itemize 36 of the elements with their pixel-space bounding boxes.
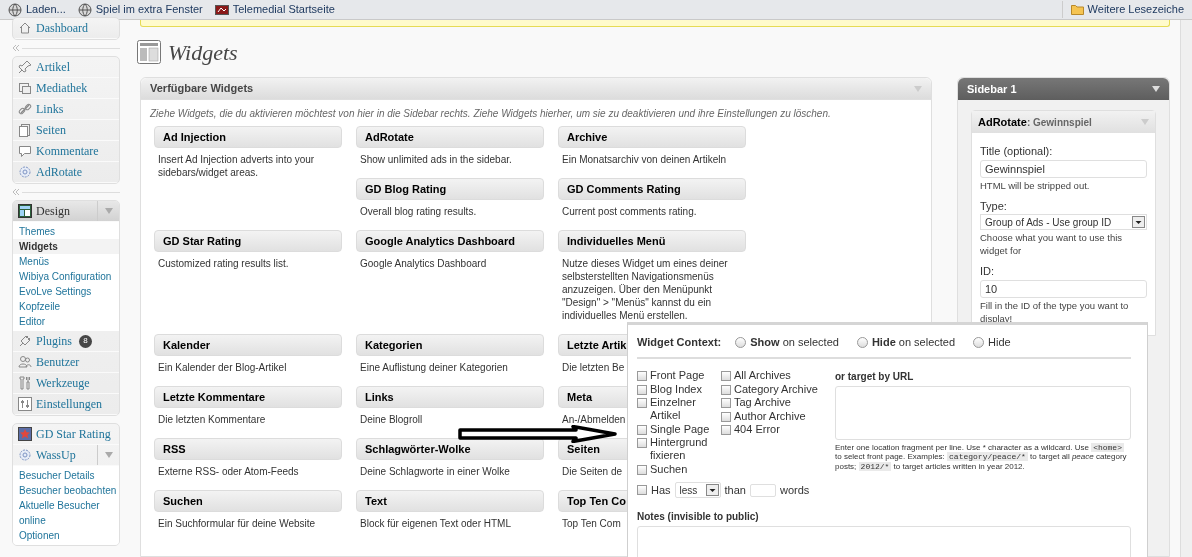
widget-description: Die Seiten de [562, 465, 623, 478]
panel-title: Verfügbare Widgets [150, 81, 254, 97]
url-label: or target by URL [835, 370, 915, 384]
widget-description: Ein Kalender der Blog-Artikel [158, 361, 287, 374]
field-label: ID: [980, 264, 996, 279]
widget-description: An-/Abmelden [562, 413, 626, 426]
widget-description: Deine Blogroll [360, 413, 423, 426]
widget-description: Ein Suchformular für deine Website [158, 517, 316, 530]
widget-description: Block für eigenen Text oder HTML [360, 517, 511, 530]
widget-description: Eine Auflistung deiner Kategorien [360, 361, 508, 374]
count-badge: 8 [79, 334, 92, 348]
widget-description: Insert Ad Injection adverts into your sidebars/widget areas. [158, 153, 316, 179]
field-label: Title (optional): [980, 144, 1054, 159]
widget-description: Google Analytics Dashboard [360, 257, 487, 270]
page-title: Widgets [168, 38, 238, 67]
widget-description: Show unlimited ads in the sidebar. [360, 153, 512, 166]
notes-label: Notes (invisible to public) [637, 509, 760, 524]
widget-description: Ein Monatsarchiv von deinen Artikeln [562, 153, 726, 166]
widget-description: Deine Schlagworte in einer Wolke [360, 465, 510, 478]
field-label: than [724, 483, 746, 498]
widget-description: Customized rating results list. [158, 257, 289, 270]
widget-description: Externe RSS- oder Atom-Feeds [158, 465, 299, 478]
widget-description: Nutze dieses Widget um eines deiner selbsterstellten Navigationsmenüs anzuzeigen. Über den Menüpunkt "Design" > "Menüs" kannst du ein individuelles Menü erstellen. [562, 257, 729, 322]
field-label: words [780, 483, 810, 498]
widget-description: Overall blog rating results. [360, 205, 477, 218]
help-text: Enter one location fragment per line. Use * character as a wildcard. Use <home> to select front page. Examples: category/peace/* to target all peace category posts; 2012/* to target articles written in year 2012. [835, 443, 1128, 471]
widget-description: Current post comments rating. [562, 205, 697, 218]
widget-description: Top Ten Com [562, 517, 621, 530]
field-label: Type: [980, 198, 1008, 214]
widget-description: Die letzten Kommentare [158, 413, 266, 426]
context-label: Widget Context: [637, 334, 722, 350]
field-hint: Choose what you want to use this widget for [980, 231, 1124, 257]
widget-description: Die letzten Be [562, 361, 625, 374]
panel-description: Ziehe Widgets, die du aktivieren möchtest von hier in die Sidebar rechts. Ziehe Widgets hierher, um sie zu deaktivieren und ihre Einstellungen zu löschen. [149, 107, 832, 121]
sidebar-title: Sidebar 1 [967, 81, 1017, 97]
field-hint: HTML will be stripped out. [980, 178, 1091, 192]
